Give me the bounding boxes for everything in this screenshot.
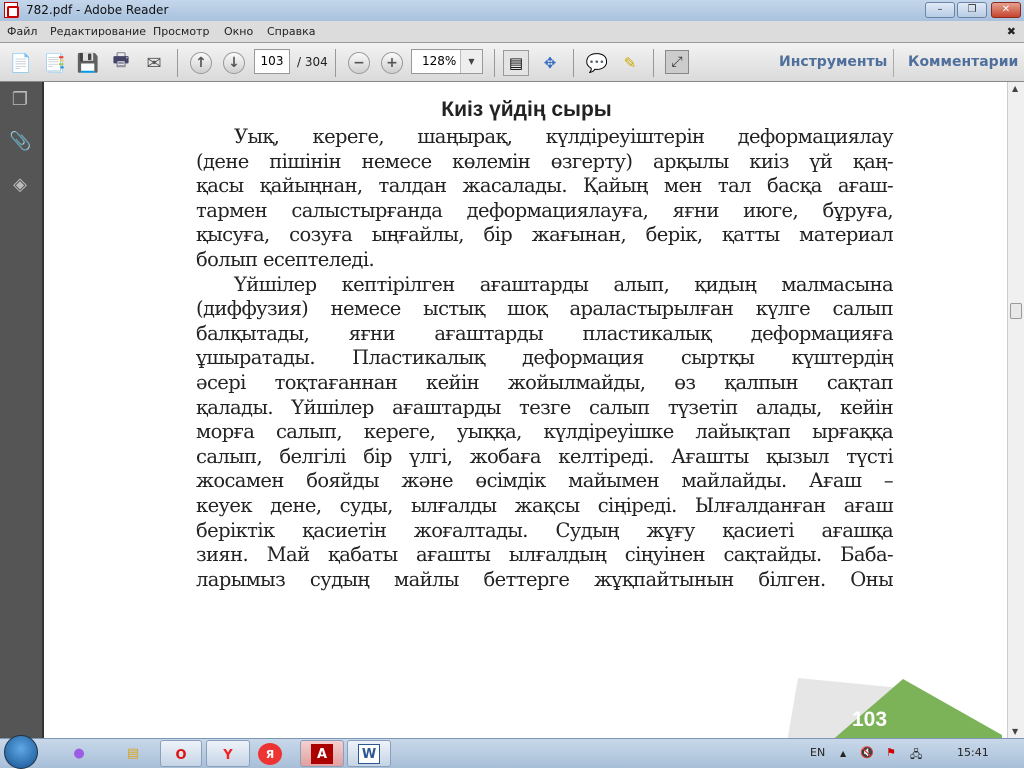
text-line: кеуек дене, суды, ылғалды жақсы сіңіреді… bbox=[196, 493, 894, 517]
document-body: Уық, кереге, шаңырақ, күлдіреуіштерін де… bbox=[196, 125, 894, 592]
tools-button[interactable]: Инструменты bbox=[779, 54, 887, 70]
zoom-value: 128% bbox=[422, 54, 457, 68]
email-icon[interactable]: ✉ bbox=[141, 50, 167, 76]
text-line: қалады. Үйшілер ағаштарды тезге салып тү… bbox=[196, 395, 894, 419]
text-line: жосамен бояйды және өсімдік майымен майл… bbox=[196, 469, 894, 493]
document-heading: Киіз үйдің сыры bbox=[441, 98, 612, 121]
text-line: салып, белгілі бір үлгі, жобаға келтіред… bbox=[196, 444, 894, 468]
clock[interactable]: 15:41 bbox=[957, 746, 989, 759]
close-button[interactable]: ✕ bbox=[991, 2, 1021, 18]
taskbar-adobe-reader[interactable]: A bbox=[300, 740, 344, 767]
save-icon[interactable]: 💾 bbox=[75, 50, 101, 76]
menu-window[interactable]: Окно bbox=[224, 25, 253, 38]
page-number-input[interactable]: 103 bbox=[254, 49, 290, 74]
highlight-text-icon[interactable]: ✎ bbox=[617, 50, 643, 76]
network-icon[interactable]: 🖧 bbox=[910, 746, 922, 765]
navigation-panel: ❐ 📎 ◈ bbox=[0, 82, 44, 738]
next-page-button[interactable]: ↓ bbox=[221, 50, 247, 76]
taskbar-opera[interactable]: O bbox=[160, 740, 202, 767]
text-line: ұшыратады. Пластикалық деформация сыртқы… bbox=[196, 346, 894, 370]
text-line: (диффузия) немесе ыстық шоқ араластырылғ… bbox=[196, 297, 894, 321]
separator bbox=[177, 49, 178, 77]
text-line: болып есептеледі. bbox=[196, 247, 375, 271]
zoom-out-button[interactable]: − bbox=[346, 50, 372, 76]
text-line: зиян. Май қабаты ағашты ылғалдың сіңуіне… bbox=[196, 543, 894, 567]
yandex-browser-icon: Y bbox=[223, 747, 233, 763]
separator bbox=[893, 49, 894, 77]
restore-button[interactable]: ❐ bbox=[957, 2, 987, 18]
menu-view[interactable]: Просмотр bbox=[153, 25, 209, 38]
comments-button[interactable]: Комментарии bbox=[908, 54, 1018, 70]
zoom-in-button[interactable]: + bbox=[379, 50, 405, 76]
language-indicator[interactable]: EN bbox=[810, 746, 825, 759]
fit-width-icon[interactable]: ✥ bbox=[537, 50, 563, 76]
title-bar: 782.pdf - Adobe Reader – ❐ ✕ bbox=[0, 0, 1024, 21]
menu-edit[interactable]: Редактирование bbox=[50, 25, 146, 38]
previous-page-button[interactable]: ↑ bbox=[188, 50, 214, 76]
word-icon: W bbox=[358, 744, 380, 764]
minimize-button[interactable]: – bbox=[925, 2, 955, 18]
text-line: (дене пішінін немесе көлемін өзгерту) ар… bbox=[196, 149, 894, 173]
separator bbox=[653, 49, 654, 77]
taskbar-word[interactable]: W bbox=[347, 740, 391, 767]
scroll-up-icon[interactable]: ▲ bbox=[1012, 84, 1018, 93]
text-line: қасы қайыңнан, талдан жасалады. Қайың ме… bbox=[196, 174, 894, 198]
print-icon[interactable]: 🖶 bbox=[108, 50, 134, 76]
comment-icon[interactable]: 💬 bbox=[584, 50, 610, 76]
menu-file[interactable]: Файл bbox=[7, 25, 37, 38]
text-line: Үйшілер кептірілген ағаштарды алып, қиды… bbox=[234, 272, 894, 296]
start-button[interactable] bbox=[4, 735, 38, 769]
volume-muted-icon[interactable]: 🔇 bbox=[860, 746, 874, 759]
fullscreen-icon[interactable]: ⤢ bbox=[665, 50, 689, 74]
create-pdf-icon[interactable]: 📑 bbox=[42, 50, 68, 76]
window-title: 782.pdf - Adobe Reader bbox=[26, 3, 169, 17]
menu-bar: Файл Редактирование Просмотр Окно Справк… bbox=[0, 21, 1024, 42]
attachments-icon[interactable]: 📎 bbox=[9, 131, 31, 153]
pages-icon[interactable]: ❐ bbox=[9, 89, 31, 111]
text-line: беріктік қасиетін жоғалтады. Судың жұғу … bbox=[196, 518, 894, 542]
text-line: қысуға, созуға ыңғайлы, бір жағынан, бер… bbox=[196, 223, 894, 247]
minus-icon: − bbox=[348, 52, 370, 74]
adobe-reader-icon: A bbox=[311, 744, 333, 764]
page-count: / 304 bbox=[297, 55, 328, 69]
scroll-down-icon[interactable]: ▼ bbox=[1012, 727, 1018, 736]
plus-icon: + bbox=[381, 52, 403, 74]
close-document-icon[interactable]: ✖ bbox=[1007, 25, 1016, 38]
text-line: ларымыз судың майлы беттерге жұқпайтынын… bbox=[196, 567, 894, 591]
document-page: Киіз үйдің сыры Уық, кереге, шаңырақ, кү… bbox=[46, 82, 1007, 738]
vertical-scrollbar[interactable]: ▲ ▼ bbox=[1007, 82, 1024, 738]
layers-icon[interactable]: ◈ bbox=[9, 174, 31, 196]
opera-icon: O bbox=[175, 747, 187, 763]
open-file-icon[interactable]: 📄 bbox=[8, 50, 34, 76]
text-line: Уық, кереге, шаңырақ, күлдіреуіштерін де… bbox=[234, 125, 894, 148]
text-line: балқытады, яғни ағаштарды пластикалық де… bbox=[196, 321, 894, 345]
separator bbox=[573, 49, 574, 77]
text-line: тармен салыстырғанда деформациялауға, яғ… bbox=[196, 198, 894, 222]
show-hidden-icons[interactable]: ▲ bbox=[840, 749, 846, 758]
separator bbox=[335, 49, 336, 77]
page-number-label: 103 bbox=[852, 708, 888, 731]
arrow-up-icon: ↑ bbox=[190, 52, 212, 74]
alice-icon[interactable]: ● bbox=[68, 741, 90, 765]
file-explorer-icon[interactable]: ▤ bbox=[122, 741, 144, 765]
scrollbar-thumb[interactable] bbox=[1010, 303, 1022, 319]
fit-page-icon[interactable]: ▤ bbox=[503, 50, 529, 76]
arrow-down-icon: ↓ bbox=[223, 52, 245, 74]
separator bbox=[494, 49, 495, 77]
chevron-down-icon[interactable]: ▼ bbox=[460, 50, 482, 73]
text-line: морға салып, кереге, уыққа, күлдіреуішке… bbox=[196, 420, 894, 444]
text-line: әсері тоқтағаннан кейін жойылмайды, өз қ… bbox=[196, 370, 894, 394]
zoom-select[interactable]: 128% ▼ bbox=[411, 49, 483, 74]
menu-help[interactable]: Справка bbox=[267, 25, 315, 38]
taskbar: ● ▤ O Y Я A W EN ▲ 🔇 ⚑ 🖧 15:41 bbox=[0, 735, 1024, 769]
adobe-reader-icon bbox=[4, 2, 19, 18]
taskbar-yandex-browser[interactable]: Y bbox=[206, 740, 250, 767]
yandex-icon[interactable]: Я bbox=[258, 743, 282, 765]
action-center-icon[interactable]: ⚑ bbox=[886, 746, 896, 759]
toolbar: 📄 📑 💾 🖶 ✉ ↑ ↓ 103 / 304 − + 128% ▼ ▤ ✥ 💬 … bbox=[0, 42, 1024, 82]
